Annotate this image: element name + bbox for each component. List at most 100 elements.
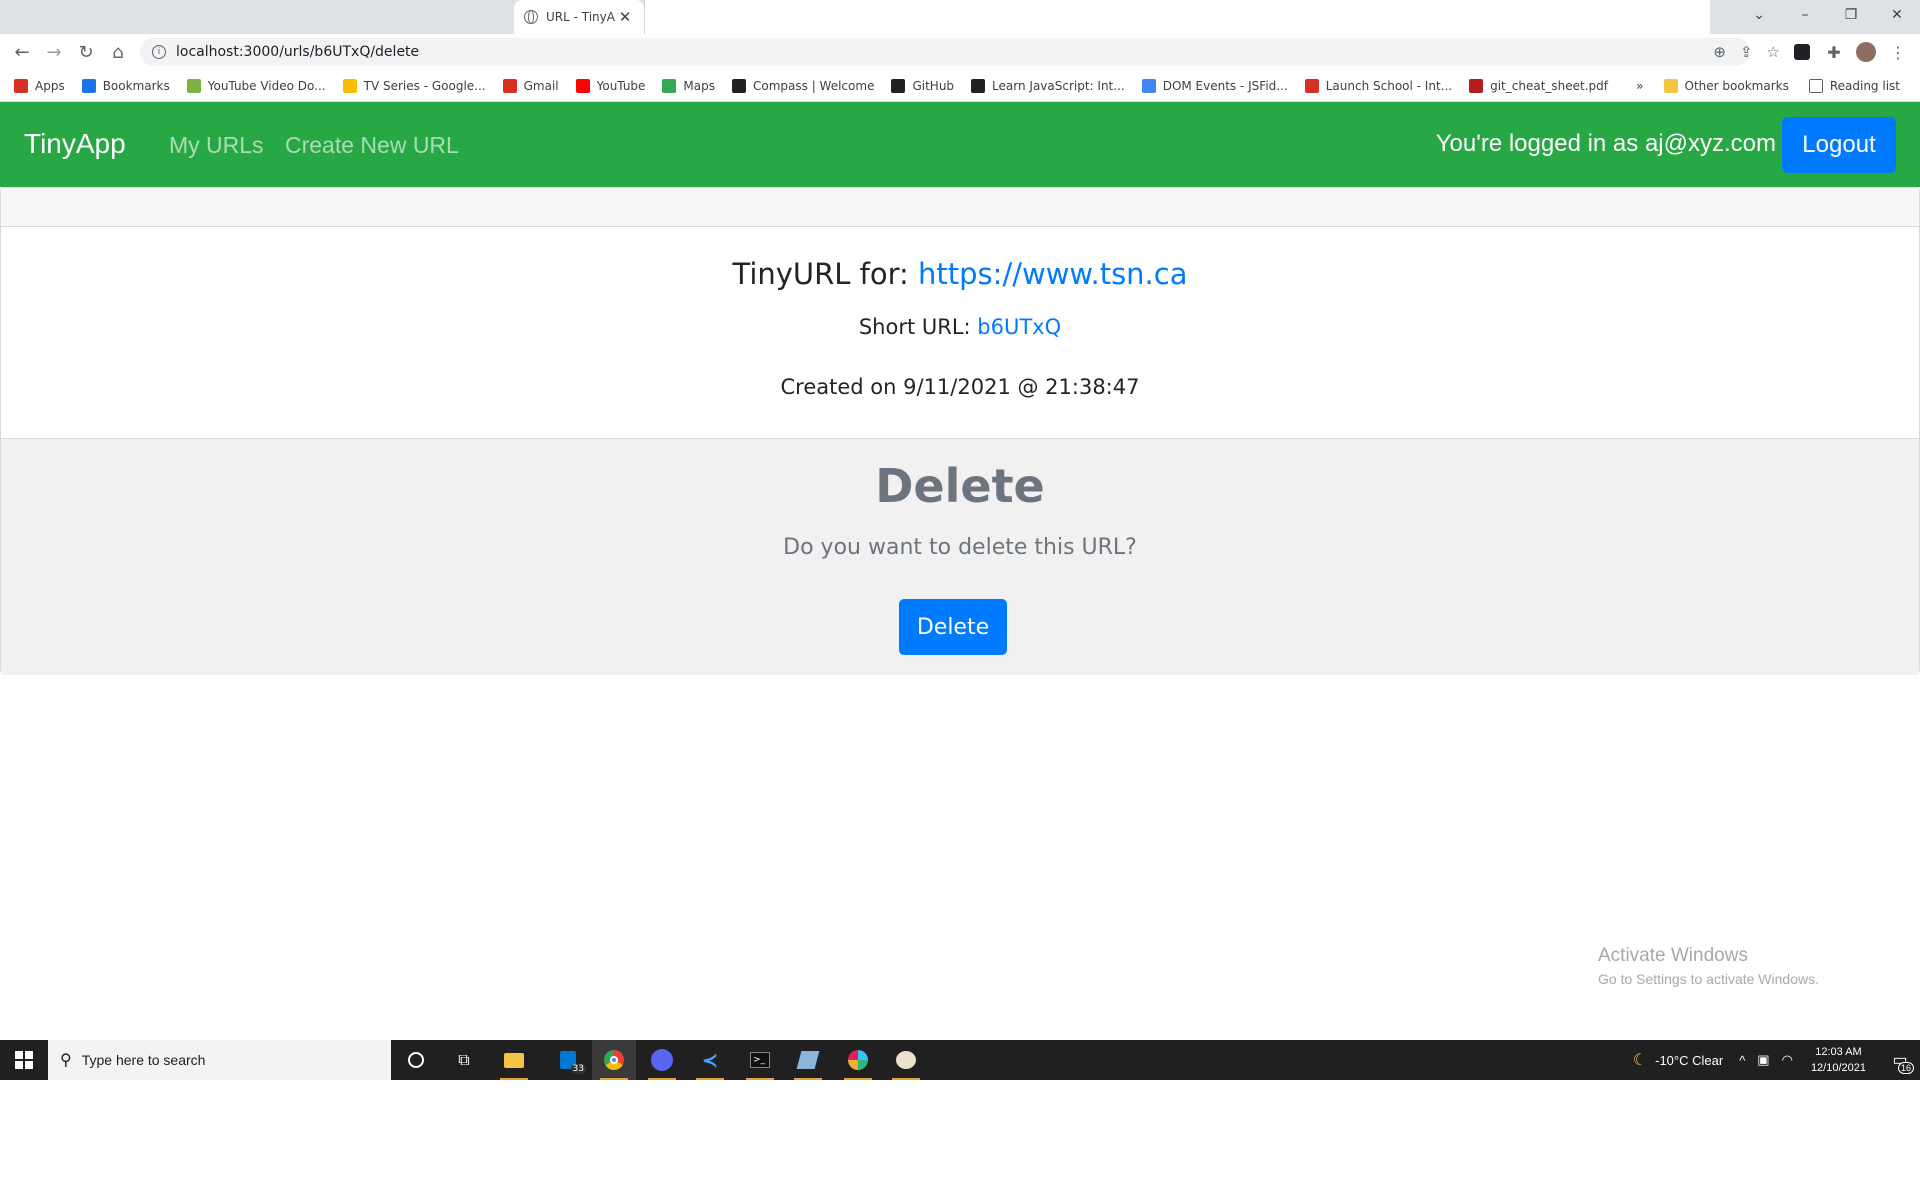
- star-icon: [81, 78, 96, 93]
- bookmark-item[interactable]: TV Series - Google...: [342, 78, 486, 93]
- terminal-icon[interactable]: >_: [738, 1040, 782, 1080]
- home-icon[interactable]: ⌂: [104, 38, 132, 66]
- youtube-icon: [575, 78, 590, 93]
- bookmark-label: Compass | Welcome: [753, 78, 875, 93]
- bookmark-label: Gmail: [523, 78, 559, 93]
- bookmark-item[interactable]: git_cheat_sheet.pdf: [1469, 78, 1608, 93]
- address-bar[interactable]: i localhost:3000/urls/b6UTxQ/delete: [140, 38, 1750, 66]
- bookmark-label: git_cheat_sheet.pdf: [1490, 78, 1608, 93]
- chrome-icon[interactable]: [592, 1040, 636, 1080]
- bookmark-item[interactable]: Compass | Welcome: [732, 78, 875, 93]
- bookmark-item[interactable]: DOM Events - JSFid...: [1141, 78, 1288, 93]
- notepad-icon[interactable]: [786, 1040, 830, 1080]
- bookmark-label: Learn JavaScript: Int...: [992, 78, 1125, 93]
- discord-icon[interactable]: [640, 1040, 684, 1080]
- nav-my-urls[interactable]: My URLs: [169, 132, 264, 159]
- bookmark-star-icon[interactable]: ☆: [1767, 43, 1780, 61]
- url-card: TinyURL for: https://www.tsn.ca Short UR…: [0, 187, 1920, 675]
- forward-arrow-icon[interactable]: →: [40, 38, 68, 66]
- brand-link[interactable]: TinyApp: [24, 128, 126, 160]
- omnibox-actions: ⊕ ⇪ ☆: [1713, 38, 1780, 66]
- other-bookmarks-label: Other bookmarks: [1684, 79, 1789, 93]
- clock-time: 12:03 AM: [1815, 1046, 1862, 1058]
- activate-subtitle: Go to Settings to activate Windows.: [1598, 971, 1819, 987]
- store-badge: 33: [570, 1064, 586, 1074]
- more-bookmarks-chevron[interactable]: »: [1636, 79, 1643, 93]
- other-bookmarks-folder[interactable]: Other bookmarks: [1663, 79, 1789, 93]
- extension-icon[interactable]: [1792, 42, 1812, 62]
- tab-title: URL - TinyA: [546, 10, 615, 24]
- taskbar-search[interactable]: ⚲ Type here to search: [48, 1040, 391, 1080]
- reload-icon[interactable]: ↻: [72, 38, 100, 66]
- download-icon: [186, 78, 201, 93]
- clock[interactable]: 12:03 AM 12/10/2021: [1811, 1044, 1866, 1076]
- moon-icon: ☾: [1632, 1052, 1648, 1069]
- notifications-icon[interactable]: ▭ 16: [1880, 1050, 1920, 1074]
- weather-text[interactable]: -10°C Clear: [1655, 1053, 1723, 1068]
- bookmark-item[interactable]: GitHub: [891, 78, 955, 93]
- short-url-line: Short URL: b6UTxQ: [1, 315, 1919, 339]
- bookmark-item[interactable]: Launch School - Int...: [1304, 78, 1452, 93]
- zoom-icon[interactable]: ⊕: [1713, 43, 1726, 61]
- clock-date: 12/10/2021: [1810, 1062, 1866, 1074]
- reading-list-label: Reading list: [1829, 79, 1900, 93]
- vscode-icon[interactable]: ≺: [688, 1040, 732, 1080]
- tab-close-icon[interactable]: ✕: [616, 8, 634, 26]
- bookmark-label: GitHub: [912, 78, 955, 93]
- bookmark-label: Apps: [35, 78, 65, 93]
- minimize-icon[interactable]: –: [1782, 0, 1828, 30]
- tab-empty-area: [644, 0, 1710, 34]
- created-date: Created on 9/11/2021 @ 21:38:47: [780, 375, 1140, 399]
- browser-tab[interactable]: URL - TinyA ✕: [514, 0, 644, 34]
- bookmarks-right: » Other bookmarks Reading list: [1636, 70, 1920, 102]
- close-window-icon[interactable]: ✕: [1874, 0, 1920, 30]
- tinyurl-heading: TinyURL for: https://www.tsn.ca: [1, 257, 1919, 291]
- file-explorer-icon[interactable]: [492, 1040, 536, 1080]
- bookmark-item[interactable]: Learn JavaScript: Int...: [971, 78, 1125, 93]
- bookmark-item[interactable]: Bookmarks: [81, 78, 170, 93]
- reading-list[interactable]: Reading list: [1808, 79, 1900, 93]
- menu-kebab-icon[interactable]: ⋮: [1888, 42, 1908, 62]
- long-url-link[interactable]: https://www.tsn.ca: [918, 257, 1187, 291]
- delete-section: Delete Do you want to delete this URL? D…: [1, 438, 1919, 675]
- jsfiddle-icon: [1141, 78, 1156, 93]
- puzzle-extensions-icon[interactable]: ✚: [1824, 42, 1844, 62]
- bookmark-item[interactable]: Apps: [14, 78, 65, 93]
- store-icon[interactable]: 33: [546, 1040, 590, 1080]
- tinyurl-label: TinyURL for:: [732, 257, 909, 291]
- profile-avatar[interactable]: [1856, 42, 1876, 62]
- bookmark-label: YouTube: [596, 78, 646, 93]
- logout-button[interactable]: Logout: [1782, 117, 1896, 173]
- chevron-up-icon[interactable]: ^: [1739, 1053, 1745, 1068]
- windows-taskbar: ⚲ Type here to search ⧉ 33 ≺ >_ ☾ -10°C …: [0, 1040, 1920, 1080]
- bookmark-item[interactable]: Gmail: [502, 78, 559, 93]
- compass-icon: [732, 78, 746, 93]
- share-icon[interactable]: ⇪: [1740, 43, 1753, 61]
- cortana-icon[interactable]: [394, 1040, 438, 1080]
- device-icon[interactable]: ▣: [1757, 1052, 1769, 1068]
- delete-button[interactable]: Delete: [899, 599, 1007, 655]
- bookmark-item[interactable]: YouTube Video Do...: [186, 78, 326, 93]
- folder-icon: [1663, 79, 1678, 93]
- paint-icon[interactable]: [884, 1040, 928, 1080]
- task-view-icon[interactable]: ⧉: [442, 1040, 486, 1080]
- restore-icon[interactable]: ❐: [1828, 0, 1874, 30]
- globe-icon: [524, 10, 538, 24]
- nav-create-new-url[interactable]: Create New URL: [285, 132, 459, 159]
- bookmark-label: TV Series - Google...: [363, 78, 486, 93]
- wifi-icon[interactable]: ◠: [1782, 1052, 1793, 1068]
- back-arrow-icon[interactable]: ←: [8, 38, 36, 66]
- slack-icon[interactable]: [836, 1040, 880, 1080]
- bookmarks-bar: Apps Bookmarks YouTube Video Do... TV Serie…: [0, 70, 1920, 102]
- start-button[interactable]: [0, 1040, 48, 1080]
- tab-search-icon[interactable]: ⌄: [1736, 0, 1782, 30]
- launch-school-icon: [1304, 78, 1319, 93]
- short-url-link[interactable]: b6UTxQ: [977, 315, 1061, 339]
- maps-pin-icon: [662, 78, 677, 93]
- bookmark-item[interactable]: YouTube: [575, 78, 646, 93]
- drive-icon: [342, 78, 357, 93]
- site-info-icon[interactable]: i: [152, 45, 166, 59]
- reading-list-icon: [1808, 79, 1823, 93]
- notification-count: 16: [1897, 1062, 1914, 1074]
- bookmark-item[interactable]: Maps: [662, 78, 715, 93]
